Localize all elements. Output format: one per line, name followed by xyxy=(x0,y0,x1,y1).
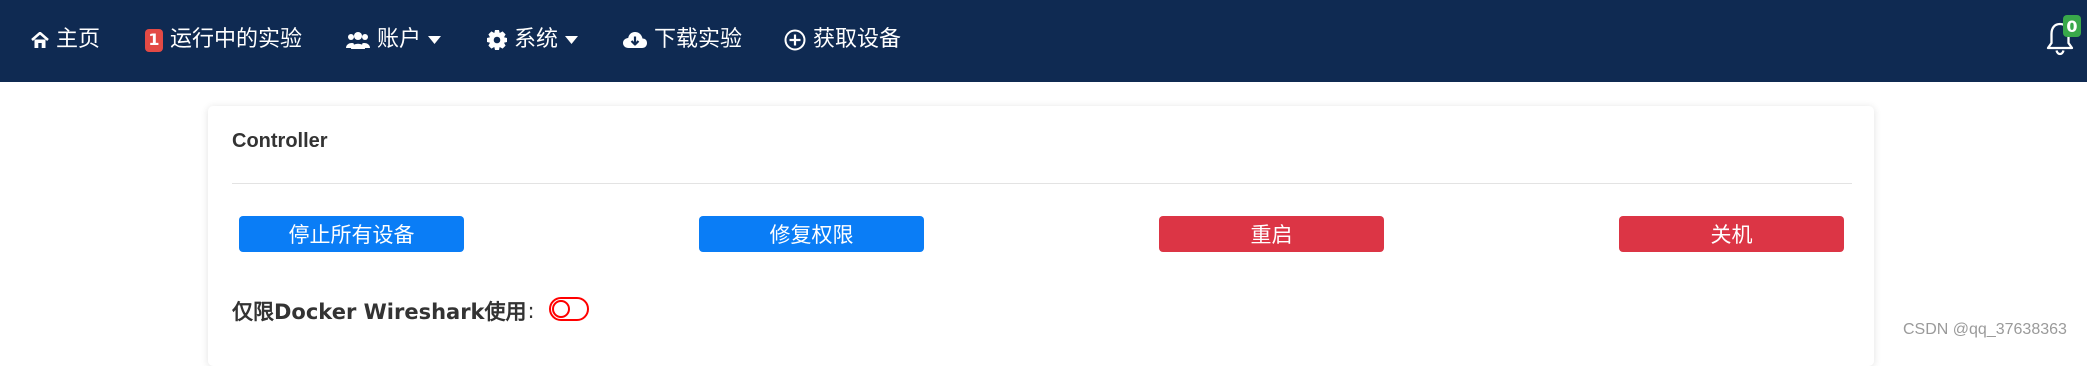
stop-all-devices-button[interactable]: 停止所有设备 xyxy=(239,216,464,252)
fix-permissions-button[interactable]: 修复权限 xyxy=(699,216,924,252)
cloud-download-icon xyxy=(623,31,647,49)
toggle-knob xyxy=(552,300,570,318)
docker-wireshark-colon: : xyxy=(527,299,535,323)
restart-button[interactable]: 重启 xyxy=(1159,216,1384,252)
controller-divider xyxy=(232,183,1852,184)
caret-down-icon xyxy=(565,36,579,44)
nav-home[interactable]: 主页 xyxy=(31,22,100,58)
docker-wireshark-label: 仅限Docker Wireshark使用 xyxy=(232,300,527,324)
shutdown-button[interactable]: 关机 xyxy=(1619,216,1844,252)
nav-account-label: 账户 xyxy=(377,27,422,52)
nav-devices-label: 获取设备 xyxy=(813,27,902,52)
users-icon xyxy=(346,31,370,49)
running-count-badge: 1 xyxy=(145,28,163,52)
gear-icon xyxy=(487,30,507,50)
nav-download-experiments[interactable]: 下载实验 xyxy=(623,22,742,58)
csdn-watermark: CSDN @qq_37638363 xyxy=(1903,321,2067,338)
nav-system-label: 系统 xyxy=(514,27,559,52)
nav-download-label: 下载实验 xyxy=(654,27,743,52)
notifications-button[interactable]: 0 xyxy=(2045,15,2081,57)
controller-title: Controller xyxy=(232,130,328,152)
home-icon xyxy=(31,31,49,49)
caret-down-icon xyxy=(428,36,442,44)
docker-wireshark-setting: 仅限Docker Wireshark使用 : xyxy=(232,294,589,328)
notification-count-badge: 0 xyxy=(2063,15,2081,37)
docker-wireshark-toggle[interactable] xyxy=(549,297,589,321)
nav-running-experiments[interactable]: 1 运行中的实验 xyxy=(145,22,302,58)
nav-get-devices[interactable]: 获取设备 xyxy=(784,22,901,58)
nav-home-label: 主页 xyxy=(56,27,101,52)
plus-circle-icon xyxy=(784,29,806,51)
top-navigation-bar: 主页 1 运行中的实验 账户 系统 下载实验 获取设备 0 xyxy=(0,0,2087,82)
nav-account-menu[interactable]: 账户 xyxy=(346,22,442,58)
controller-panel: Controller 停止所有设备 修复权限 重启 关机 仅限Docker Wi… xyxy=(208,106,1874,366)
nav-system-menu[interactable]: 系统 xyxy=(487,22,579,58)
nav-running-label: 运行中的实验 xyxy=(170,27,303,52)
